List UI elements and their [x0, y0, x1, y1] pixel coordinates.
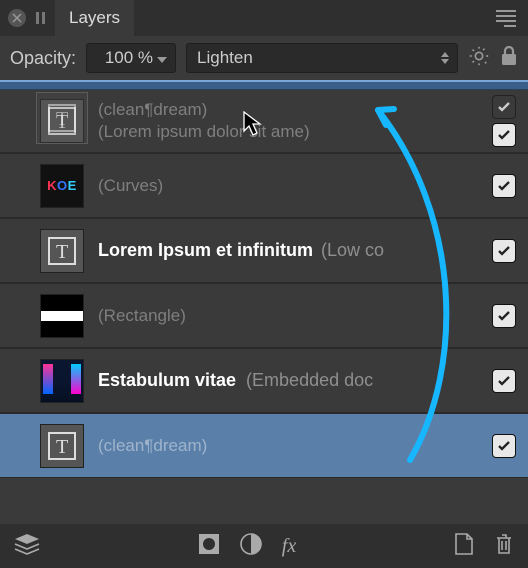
- layer-thumbnail[interactable]: T: [40, 424, 84, 468]
- drop-indicator: [0, 80, 528, 90]
- layer-row[interactable]: T (clean¶dream): [0, 413, 528, 478]
- layer-name: (clean¶dream): [98, 100, 478, 120]
- layer-name: (Curves): [98, 176, 478, 196]
- svg-text:T: T: [56, 108, 68, 130]
- layer-thumbnail[interactable]: KOE: [40, 164, 84, 208]
- svg-text:T: T: [56, 436, 68, 458]
- layers-list: T (clean¶dream) (Lorem ipsum dolor sit a…: [0, 88, 528, 478]
- visibility-checkbox[interactable]: [492, 239, 516, 263]
- tab-label: Layers: [69, 8, 120, 28]
- drag-ghost-thumbnail: T: [36, 92, 88, 144]
- lock-icon[interactable]: [500, 46, 518, 71]
- close-icon[interactable]: [8, 9, 26, 27]
- layers-stack-icon[interactable]: [14, 533, 40, 560]
- mask-icon[interactable]: [198, 533, 220, 560]
- panel-header: Layers: [0, 0, 528, 36]
- layer-subtext: (Low co: [321, 240, 384, 261]
- blend-mode-value: Lighten: [197, 48, 253, 68]
- layer-name: (Rectangle): [98, 306, 478, 326]
- layer-name: Estabulum vitae: [98, 370, 236, 391]
- adjustment-icon[interactable]: [240, 533, 262, 560]
- pause-icon[interactable]: [36, 12, 45, 24]
- visibility-checkbox[interactable]: [492, 434, 516, 458]
- cursor-arrow-icon: [243, 111, 265, 142]
- panel-menu-icon[interactable]: [496, 10, 516, 27]
- opacity-label: Opacity:: [10, 48, 76, 69]
- layer-thumbnail[interactable]: [40, 294, 84, 338]
- blend-mode-select[interactable]: Lighten: [186, 43, 458, 73]
- opacity-value: 100 %: [105, 48, 153, 68]
- layer-row[interactable]: T Lorem Ipsum et infinitum (Low co: [0, 218, 528, 283]
- opacity-input[interactable]: 100 %: [86, 43, 176, 73]
- fx-icon[interactable]: fx: [282, 535, 296, 558]
- tab-layers[interactable]: Layers: [55, 0, 134, 36]
- layer-subtext: (Lorem ipsum dolor sit ame): [98, 122, 478, 142]
- layer-thumbnail[interactable]: T: [40, 229, 84, 273]
- visibility-checkbox[interactable]: [492, 123, 516, 147]
- layer-name: Lorem Ipsum et infinitum: [98, 240, 313, 261]
- layer-subtext: (Embedded doc: [246, 370, 373, 391]
- new-layer-icon[interactable]: [454, 532, 474, 561]
- visibility-checkbox[interactable]: [492, 174, 516, 198]
- svg-text:T: T: [56, 241, 68, 263]
- panel-footer: fx: [0, 524, 528, 568]
- layer-row[interactable]: Estabulum vitae (Embedded doc: [0, 348, 528, 413]
- visibility-checkbox[interactable]: [492, 304, 516, 328]
- layer-controls: Opacity: 100 % Lighten: [0, 36, 528, 80]
- layer-row[interactable]: KOE (Curves): [0, 153, 528, 218]
- layer-name: (clean¶dream): [98, 436, 478, 456]
- layer-row[interactable]: (Rectangle): [0, 283, 528, 348]
- gear-icon[interactable]: [468, 45, 490, 72]
- trash-icon[interactable]: [494, 532, 514, 561]
- visibility-checkbox[interactable]: [492, 369, 516, 393]
- layer-thumbnail[interactable]: [40, 359, 84, 403]
- visibility-checkbox[interactable]: [492, 95, 516, 119]
